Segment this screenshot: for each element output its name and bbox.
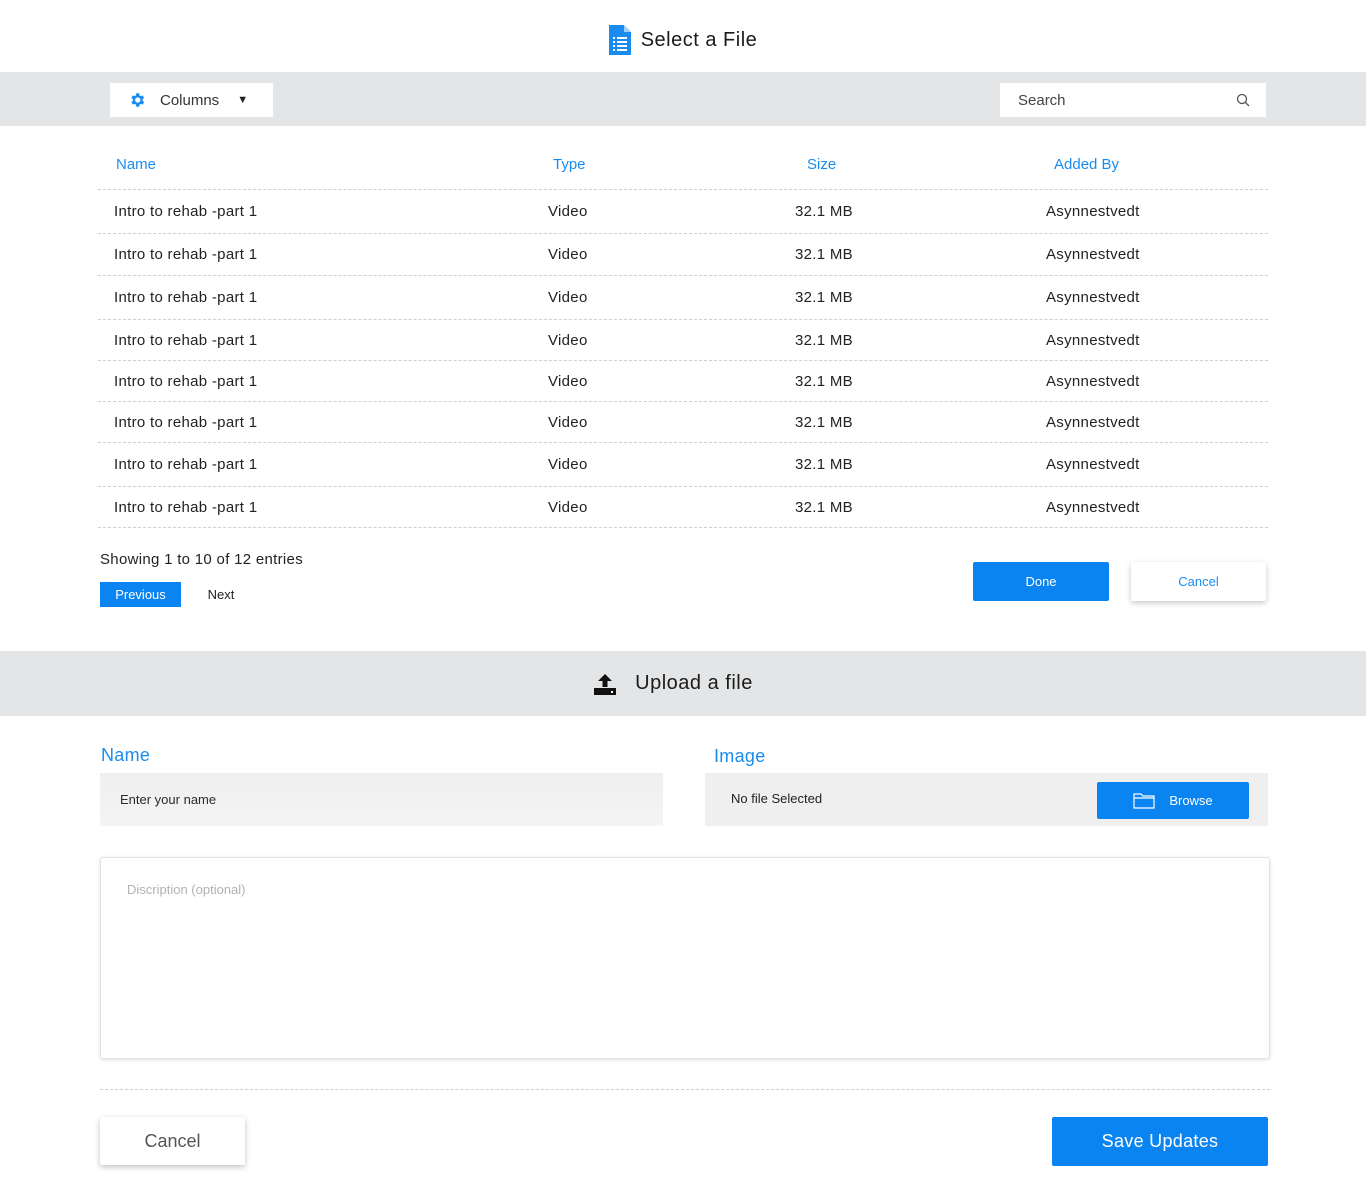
image-file-field: No file Selected Browse bbox=[705, 773, 1268, 826]
column-header-type[interactable]: Type bbox=[548, 156, 708, 173]
entries-summary: Showing 1 to 10 of 12 entries bbox=[100, 551, 303, 568]
browse-label: Browse bbox=[1169, 793, 1213, 808]
cell-name: Intro to rehab -part 1 bbox=[114, 372, 258, 390]
cell-name: Intro to rehab -part 1 bbox=[114, 413, 258, 431]
table-row[interactable]: Intro to rehab -part 1 Video 32.1 MB Asy… bbox=[98, 402, 1268, 443]
cell-name: Intro to rehab -part 1 bbox=[114, 289, 258, 306]
folder-icon bbox=[1133, 793, 1155, 809]
cell-added-by: Asynnestvedt bbox=[1046, 289, 1140, 306]
cell-name: Intro to rehab -part 1 bbox=[114, 331, 258, 349]
cell-type: Video bbox=[548, 372, 588, 390]
cell-added-by: Asynnestvedt bbox=[1046, 456, 1140, 473]
cell-type: Video bbox=[548, 456, 588, 473]
cell-size: 32.1 MB bbox=[795, 203, 853, 220]
next-page-button[interactable]: Next bbox=[196, 582, 246, 607]
search-icon[interactable] bbox=[1236, 93, 1250, 107]
cell-added-by: Asynnestvedt bbox=[1046, 498, 1140, 516]
cell-type: Video bbox=[548, 289, 588, 306]
cell-type: Video bbox=[548, 331, 588, 349]
upload-icon bbox=[594, 673, 617, 695]
cell-added-by: Asynnestvedt bbox=[1046, 413, 1140, 431]
divider bbox=[100, 1089, 1270, 1090]
column-header-name[interactable]: Name bbox=[98, 156, 548, 173]
table-toolbar: Columns ▼ bbox=[0, 72, 1366, 126]
table-row[interactable]: Intro to rehab -part 1 Video 32.1 MB Asy… bbox=[98, 361, 1268, 402]
cell-size: 32.1 MB bbox=[795, 413, 853, 431]
search-box bbox=[1000, 83, 1266, 117]
cell-name: Intro to rehab -part 1 bbox=[114, 203, 258, 220]
files-table: Name Type Size Added By Intro to rehab -… bbox=[98, 140, 1268, 528]
search-input[interactable] bbox=[1018, 91, 1228, 109]
table-row[interactable]: Intro to rehab -part 1 Video 32.1 MB Asy… bbox=[98, 190, 1268, 234]
save-updates-button[interactable]: Save Updates bbox=[1052, 1117, 1268, 1166]
columns-label: Columns bbox=[160, 91, 220, 109]
column-header-size[interactable]: Size bbox=[708, 156, 1008, 173]
table-row[interactable]: Intro to rehab -part 1 Video 32.1 MB Asy… bbox=[98, 320, 1268, 361]
browse-button[interactable]: Browse bbox=[1097, 782, 1249, 819]
cell-type: Video bbox=[548, 498, 588, 516]
cell-size: 32.1 MB bbox=[795, 246, 853, 263]
description-textarea[interactable] bbox=[100, 857, 1270, 1059]
table-row[interactable]: Intro to rehab -part 1 Video 32.1 MB Asy… bbox=[98, 487, 1268, 528]
columns-dropdown[interactable]: Columns ▼ bbox=[110, 83, 273, 117]
cell-added-by: Asynnestvedt bbox=[1046, 372, 1140, 390]
name-label: Name bbox=[101, 745, 151, 765]
cancel-upload-button[interactable]: Cancel bbox=[100, 1117, 245, 1165]
cell-size: 32.1 MB bbox=[795, 498, 853, 516]
upload-title: Upload a file bbox=[635, 672, 753, 694]
table-header: Name Type Size Added By bbox=[98, 140, 1268, 190]
cell-name: Intro to rehab -part 1 bbox=[114, 246, 258, 263]
table-row[interactable]: Intro to rehab -part 1 Video 32.1 MB Asy… bbox=[98, 276, 1268, 320]
cell-size: 32.1 MB bbox=[795, 456, 853, 473]
document-icon bbox=[608, 25, 631, 55]
image-label: Image bbox=[714, 746, 766, 766]
cell-name: Intro to rehab -part 1 bbox=[114, 456, 258, 473]
cancel-select-button[interactable]: Cancel bbox=[1131, 562, 1266, 601]
cell-added-by: Asynnestvedt bbox=[1046, 246, 1140, 263]
cell-name: Intro to rehab -part 1 bbox=[114, 498, 258, 516]
cell-size: 32.1 MB bbox=[795, 372, 853, 390]
cell-size: 32.1 MB bbox=[795, 289, 853, 306]
table-row[interactable]: Intro to rehab -part 1 Video 32.1 MB Asy… bbox=[98, 443, 1268, 487]
previous-page-button[interactable]: Previous bbox=[100, 582, 181, 607]
cell-type: Video bbox=[548, 203, 588, 220]
cell-size: 32.1 MB bbox=[795, 331, 853, 349]
cell-added-by: Asynnestvedt bbox=[1046, 203, 1140, 220]
name-field[interactable] bbox=[100, 773, 663, 826]
done-button[interactable]: Done bbox=[973, 562, 1109, 601]
cell-added-by: Asynnestvedt bbox=[1046, 331, 1140, 349]
column-header-added-by[interactable]: Added By bbox=[1008, 156, 1268, 173]
page-title: Select a File bbox=[640, 28, 758, 51]
gear-icon bbox=[131, 93, 145, 107]
table-row[interactable]: Intro to rehab -part 1 Video 32.1 MB Asy… bbox=[98, 234, 1268, 276]
upload-section-header: Upload a file bbox=[0, 651, 1366, 716]
cell-type: Video bbox=[548, 246, 588, 263]
caret-down-icon: ▼ bbox=[237, 94, 249, 106]
file-status-text: No file Selected bbox=[731, 791, 823, 806]
cell-type: Video bbox=[548, 413, 588, 431]
page-header: Select a File bbox=[0, 20, 1366, 60]
